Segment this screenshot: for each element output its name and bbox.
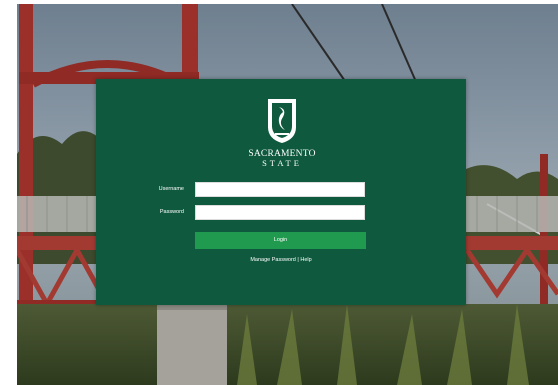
brand-name-line2: STATE <box>262 158 302 168</box>
login-panel: SACRAMENTO STATE Username Password Login… <box>96 79 466 305</box>
login-page: SACRAMENTO STATE Username Password Login… <box>17 4 558 385</box>
login-button[interactable]: Login <box>195 232 366 249</box>
manage-password-link[interactable]: Manage Password <box>250 257 296 263</box>
hornet-shield-icon <box>268 99 296 143</box>
footer-links: Manage Password | Help <box>96 256 466 264</box>
sacramento-state-logo: SACRAMENTO STATE <box>236 97 328 169</box>
username-input[interactable] <box>195 182 365 197</box>
username-label: Username <box>158 186 184 192</box>
help-link[interactable]: Help <box>300 257 311 263</box>
password-input[interactable] <box>195 205 365 220</box>
link-separator: | <box>297 257 299 263</box>
password-label: Password <box>159 209 184 215</box>
